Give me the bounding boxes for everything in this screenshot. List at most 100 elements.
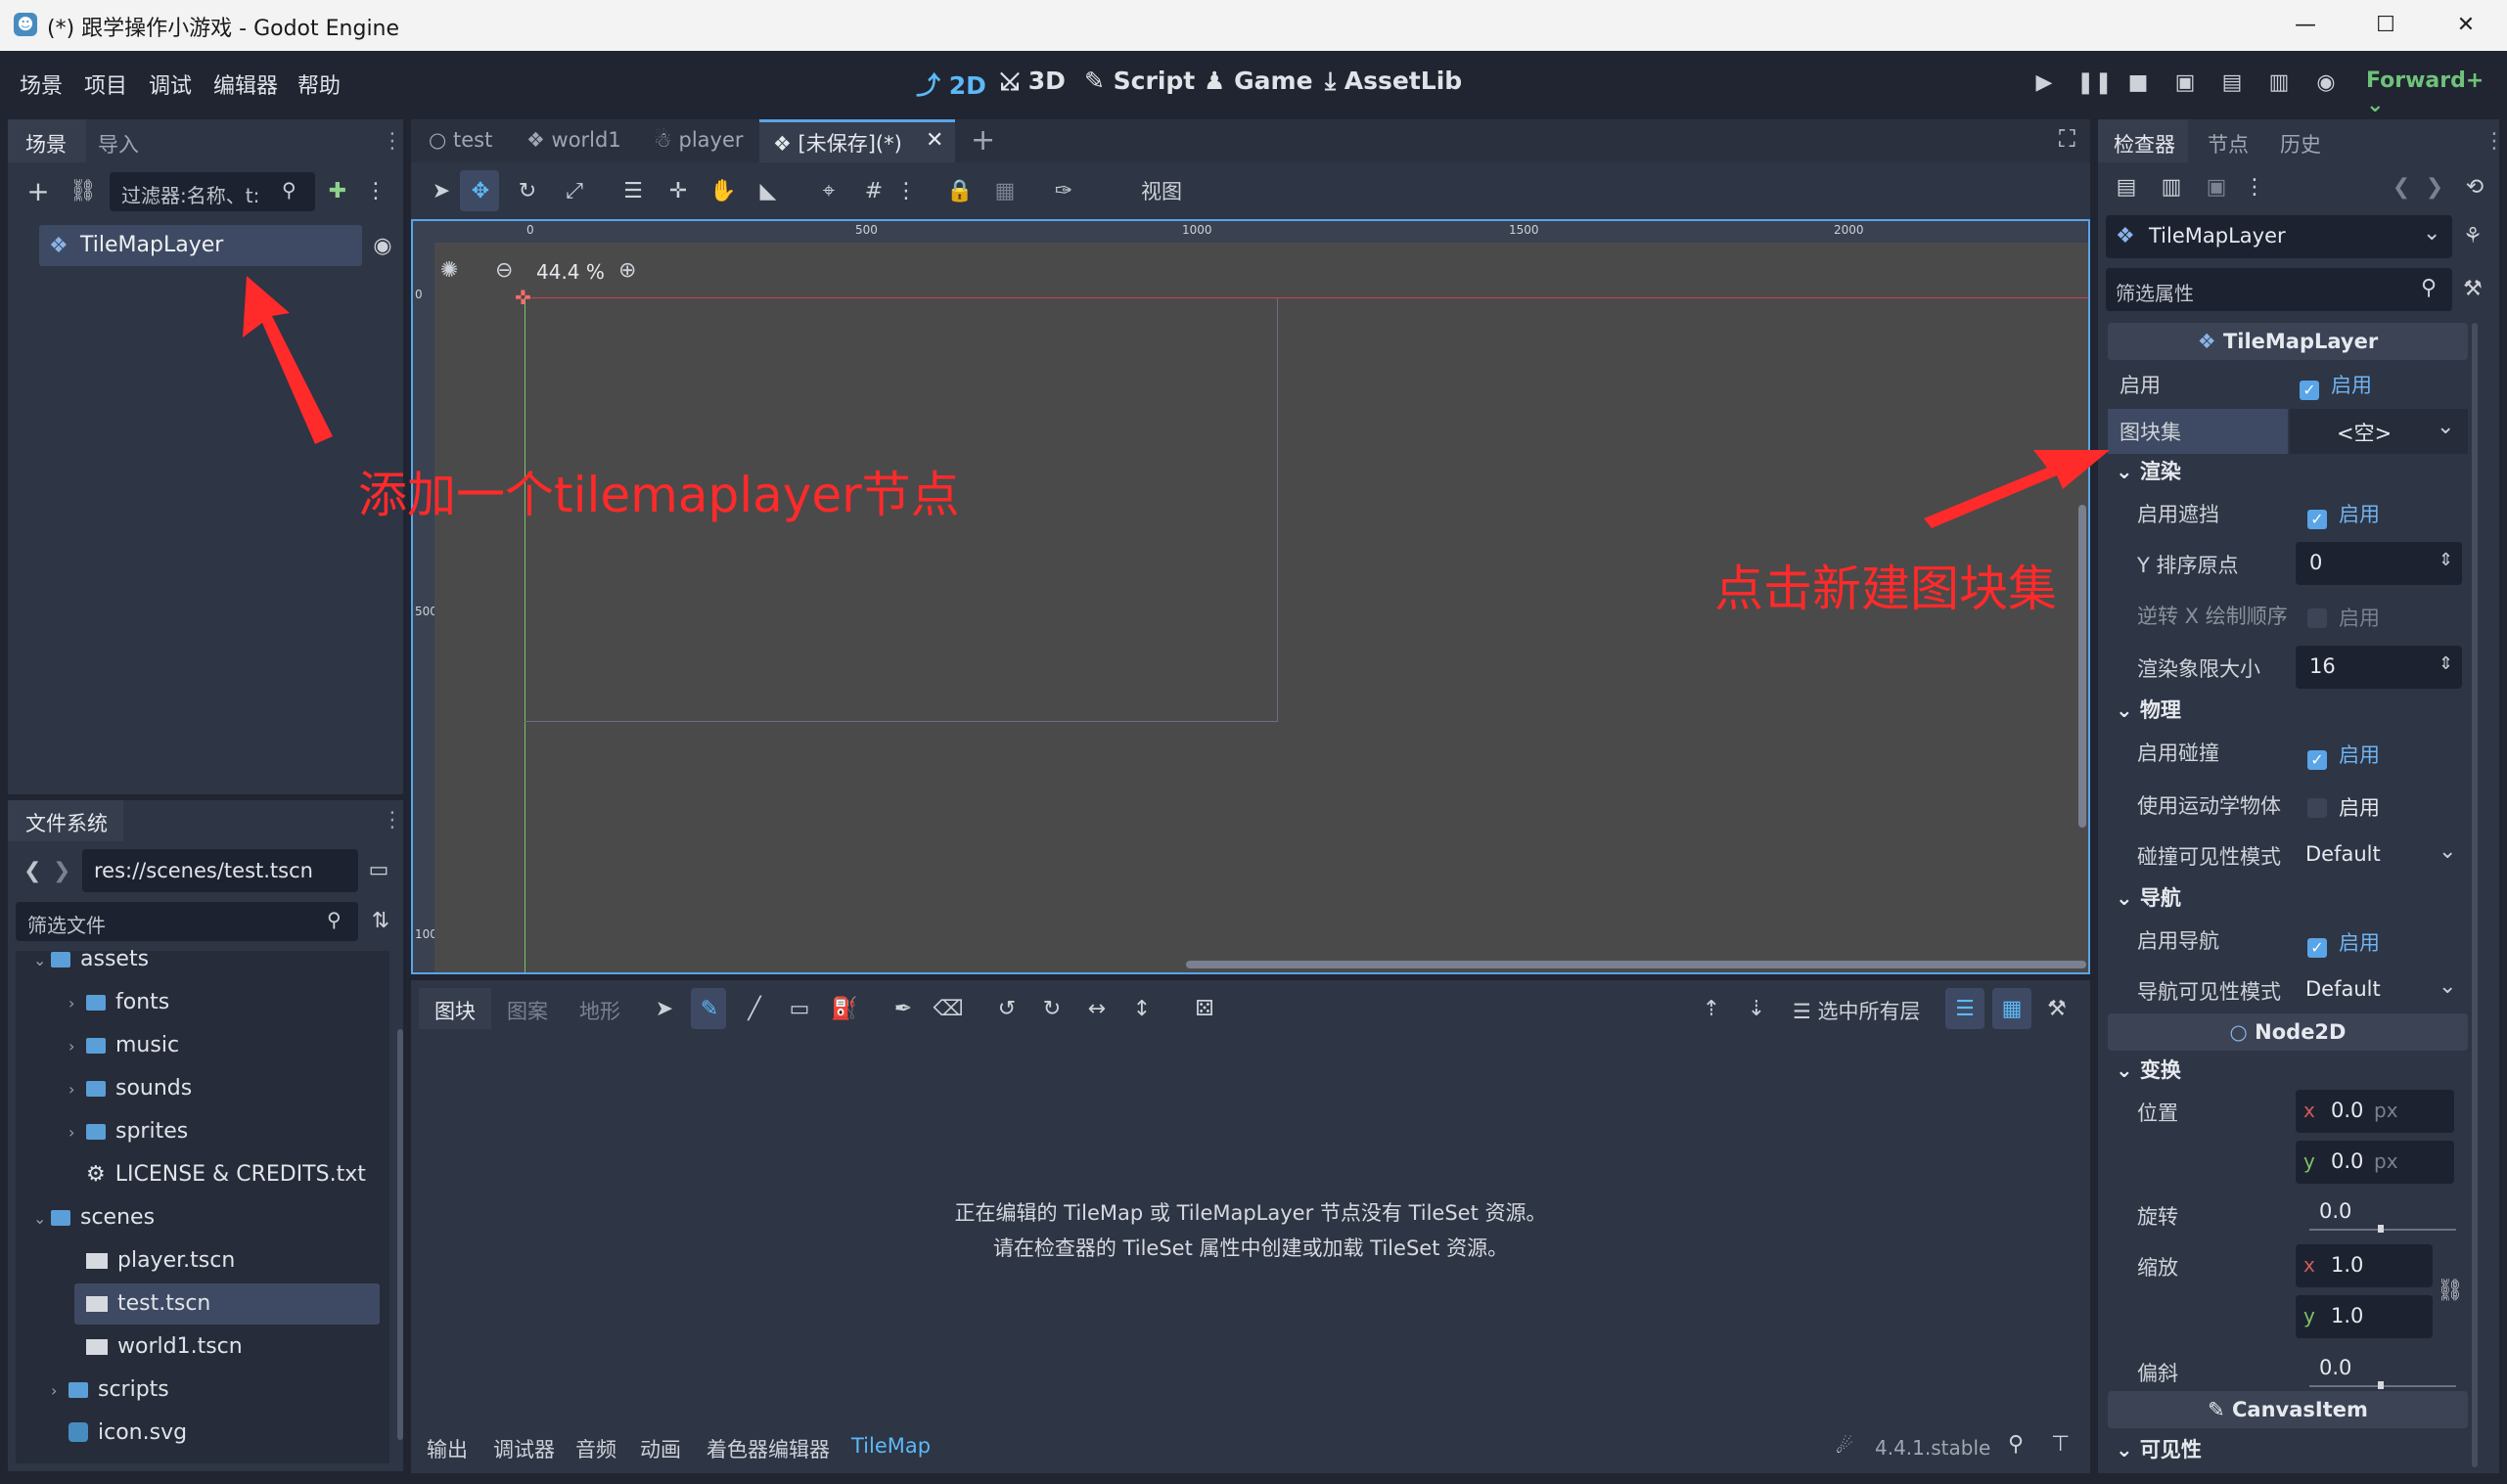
class-header-canvasitem[interactable]: ✎ CanvasItem <box>2108 1391 2468 1428</box>
tab-terrains[interactable]: 地形 <box>579 996 620 1025</box>
tab-node[interactable]: 节点 <box>2208 129 2249 158</box>
class-header-node2d[interactable]: ○ Node2D <box>2108 1013 2468 1051</box>
folder-sprites[interactable]: › sprites <box>68 1119 188 1144</box>
prop-collision-checkbox[interactable]: ✓ 启用 <box>2307 740 2380 770</box>
resource-menu-icon[interactable]: ⋮ <box>2244 172 2265 202</box>
main-assetlib-button[interactable]: ⤓ AssetLib <box>1325 67 1462 96</box>
split-view-icon[interactable]: ▭ <box>364 855 393 884</box>
layer-down-icon[interactable]: ⇣ <box>1742 994 1771 1023</box>
pause-icon[interactable]: ❚❚ <box>2076 68 2113 98</box>
select-icon[interactable]: ➤ <box>650 994 679 1023</box>
section-physics[interactable]: ⌄ 物理 <box>2116 695 2181 724</box>
collision-vis-dropdown[interactable]: Default ⌄ <box>2296 833 2462 877</box>
random-tile-icon[interactable]: ⚄ <box>1190 994 1219 1023</box>
tab-tilemap[interactable]: TileMap <box>851 1434 931 1458</box>
folder-scripts[interactable]: › scripts <box>51 1377 169 1402</box>
play-custom-scene-icon[interactable]: ▥ <box>2264 68 2294 98</box>
forward-icon[interactable]: ❯ <box>53 859 70 883</box>
select-all-layers-button[interactable]: ☰ 选中所有层 <box>1793 996 1921 1025</box>
file-test-tscn[interactable]: test.tscn <box>86 1291 210 1316</box>
dock-menu-icon[interactable]: ⋮ <box>382 129 403 154</box>
close-tab-icon[interactable]: ✕ <box>926 128 943 153</box>
object-history-icon[interactable]: ⟲ <box>2460 172 2489 202</box>
movie-maker-icon[interactable]: ◉ <box>2311 68 2341 98</box>
position-x-field[interactable]: x 0.0 px <box>2296 1090 2454 1133</box>
pin-icon[interactable]: ⚲ <box>2008 1432 2024 1457</box>
fullscreen-icon[interactable]: ⛶ <box>2059 125 2075 153</box>
history-back-icon[interactable]: ❮ <box>2390 172 2413 202</box>
section-navigation[interactable]: ⌄ 导航 <box>2116 882 2181 912</box>
bone-icon[interactable]: ✑ <box>1047 174 1080 207</box>
file-icon-svg[interactable]: icon.svg <box>68 1420 187 1445</box>
menu-editor[interactable]: 编辑器 <box>213 68 278 100</box>
expand-panel-icon[interactable]: ⊤ <box>2051 1432 2070 1457</box>
link-icon[interactable]: ⛓ <box>68 176 98 205</box>
scene-filter-input[interactable]: 过滤器:名称、t: ⚲ <box>110 172 315 211</box>
nav-vis-dropdown[interactable]: Default ⌄ <box>2296 968 2462 1012</box>
rotate-right-icon[interactable]: ↻ <box>1037 994 1067 1023</box>
tab-tiles[interactable]: 图块 <box>434 996 476 1025</box>
move-tool-icon[interactable]: ✥ <box>464 174 497 207</box>
scrollbar[interactable] <box>397 1029 403 1440</box>
sort-icon[interactable]: ⇅ <box>366 906 395 935</box>
view-menu[interactable]: 视图 <box>1141 176 1182 205</box>
rotate-left-icon[interactable]: ↺ <box>992 994 1022 1023</box>
grid-toggle-icon[interactable]: ▦ <box>1996 994 2028 1023</box>
tab-audio[interactable]: 音频 <box>575 1434 616 1463</box>
file-player-tscn[interactable]: player.tscn <box>86 1248 235 1273</box>
tab-scene[interactable]: 场景 <box>25 129 67 158</box>
ruler-tool-icon[interactable]: ◣ <box>752 174 785 207</box>
play-icon[interactable]: ▶ <box>2029 68 2059 98</box>
main-3d-button[interactable]: ⤩ 3D <box>1000 67 1066 96</box>
save-resource-icon[interactable]: ▣ <box>2202 172 2231 202</box>
scale-tool-icon[interactable]: ⤢ <box>558 174 591 207</box>
tab-history[interactable]: 历史 <box>2280 129 2321 158</box>
tab-unsaved[interactable]: ❖ [未保存](*) ✕ <box>759 119 955 162</box>
tab-output[interactable]: 输出 <box>427 1434 468 1463</box>
tab-world1[interactable]: ❖ world1 <box>526 128 621 152</box>
layer-up-icon[interactable]: ⇡ <box>1697 994 1726 1023</box>
tree-node-tilemaplayer[interactable]: ❖ TileMapLayer <box>39 225 362 266</box>
new-tab-icon[interactable]: + <box>971 123 995 157</box>
menu-scene[interactable]: 场景 <box>20 68 63 100</box>
tab-patterns[interactable]: 图案 <box>507 996 548 1025</box>
menu-debug[interactable]: 调试 <box>149 68 192 100</box>
node-info-icon[interactable]: ⚘ <box>2458 221 2487 250</box>
zoom-level[interactable]: 44.4 % <box>536 260 605 284</box>
zoom-in-icon[interactable]: ⊕ <box>618 258 636 283</box>
lock-icon[interactable]: 🔒 <box>943 174 977 207</box>
close-window-button[interactable]: ✕ <box>2437 6 2495 45</box>
scale-x-field[interactable]: x 1.0 <box>2296 1244 2433 1287</box>
zoom-out-icon[interactable]: ⊖ <box>495 258 513 283</box>
class-header-tilemaplayer[interactable]: ❖ TileMapLayer <box>2108 323 2468 360</box>
position-y-field[interactable]: y 0.0 px <box>2296 1141 2454 1184</box>
new-resource-icon[interactable]: ▤ <box>2112 172 2141 202</box>
minimize-button[interactable]: — <box>2276 6 2335 45</box>
renderer-selector[interactable]: Forward+ ⌄ <box>2366 68 2507 117</box>
flip-v-icon[interactable]: ↕ <box>1127 994 1157 1023</box>
add-node-icon[interactable]: + <box>23 175 53 207</box>
main-2d-button[interactable]: ⤴ 2D <box>916 67 986 102</box>
flip-h-icon[interactable]: ↔ <box>1082 994 1112 1023</box>
folder-sounds[interactable]: › sounds <box>68 1076 192 1101</box>
tab-player[interactable]: ☃ player <box>654 128 744 152</box>
prop-xdraw-checkbox[interactable]: 启用 <box>2307 603 2380 632</box>
object-selector[interactable]: ❖ TileMapLayer ⌄ <box>2106 215 2452 258</box>
highlight-layer-icon[interactable]: ☰ <box>1949 994 1981 1023</box>
tab-shader-editor[interactable]: 着色器编辑器 <box>707 1434 830 1463</box>
tileset-resource-picker[interactable]: <空> ⌄ <box>2290 409 2468 454</box>
rotate-tool-icon[interactable]: ↻ <box>511 174 544 207</box>
folder-music[interactable]: › music <box>68 1033 179 1057</box>
dock-menu-icon[interactable]: ⋮ <box>2484 129 2505 154</box>
inspector-scrollbar[interactable] <box>2472 323 2478 1467</box>
prop-kinematic-checkbox[interactable]: 启用 <box>2307 792 2380 822</box>
file-filter-input[interactable]: 筛选文件 ⚲ <box>16 902 358 941</box>
scene-options-icon[interactable]: ⋮ <box>365 176 387 205</box>
picker-icon[interactable]: ✒ <box>889 994 918 1023</box>
rotation-slider[interactable]: 0.0 <box>2296 1193 2456 1237</box>
file-license[interactable]: ⚙ LICENSE & CREDITS.txt <box>86 1162 366 1187</box>
tab-debugger[interactable]: 调试器 <box>493 1434 555 1463</box>
folder-assets[interactable]: ⌄ assets <box>33 947 149 971</box>
tab-animation[interactable]: 动画 <box>640 1434 681 1463</box>
play-scene-icon[interactable]: ▤ <box>2217 68 2247 98</box>
